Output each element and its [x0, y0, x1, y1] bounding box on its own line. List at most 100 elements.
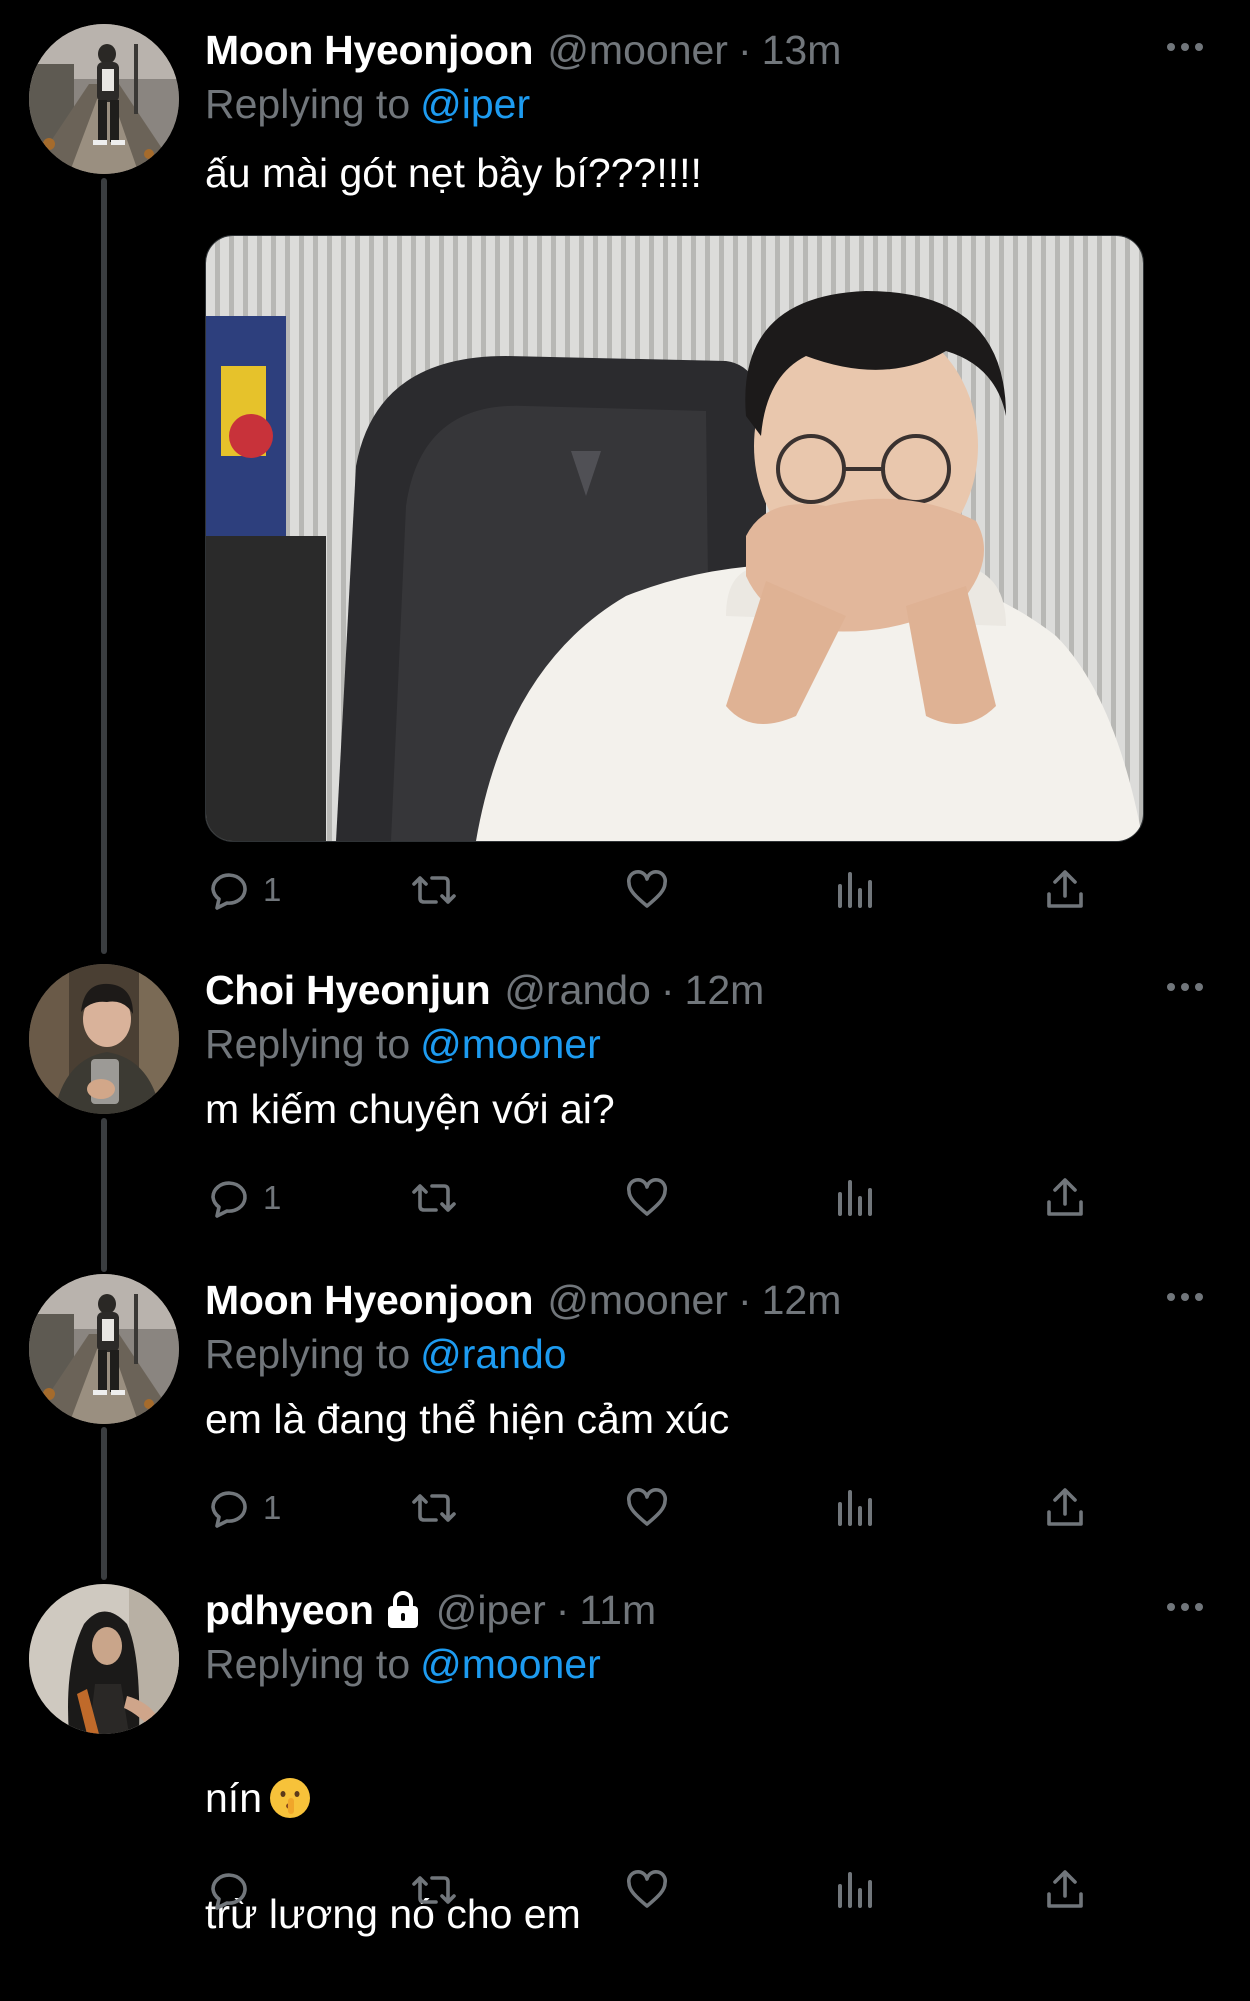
tweet-header: pdhyeon @iper · 11m: [205, 1582, 656, 1638]
tweet-actions: 1: [205, 1168, 1105, 1228]
views-button[interactable]: [832, 1860, 880, 1920]
reply-button[interactable]: 1: [205, 1168, 281, 1228]
reply-count: 1: [263, 1179, 282, 1216]
tweet-header: Moon Hyeonjoon @mooner · 12m: [205, 1272, 841, 1328]
like-icon: [626, 1487, 668, 1526]
tweet-media-image[interactable]: [205, 235, 1144, 842]
tweet-header: Moon Hyeonjoon @mooner · 13m: [205, 22, 841, 78]
replying-label: Replying to: [205, 81, 411, 127]
tweet-text: nín trừ lương nó cho em: [205, 1711, 581, 2001]
replying-label: Replying to: [205, 1331, 411, 1377]
shushing-face-emoji: [270, 1778, 310, 1818]
tweet-actions: [205, 1860, 1105, 1920]
share-button[interactable]: [1041, 1860, 1089, 1920]
separator-dot: ·: [555, 1587, 570, 1633]
username[interactable]: @rando: [504, 962, 650, 1018]
share-icon: [1047, 870, 1083, 908]
tweet[interactable]: Moon Hyeonjoon @mooner · 12m Replying to…: [0, 1250, 1250, 1550]
tweet[interactable]: pdhyeon @iper · 11m Replying to @mooner n…: [0, 1560, 1250, 1937]
tweet[interactable]: Moon Hyeonjoon @mooner · 13m Replying to…: [0, 0, 1250, 930]
timestamp[interactable]: 12m: [685, 962, 765, 1018]
mention-link[interactable]: @mooner: [420, 1021, 601, 1067]
mention-link[interactable]: @iper: [420, 81, 530, 127]
timestamp[interactable]: 11m: [579, 1582, 656, 1638]
tweet-text-line: nín: [205, 1769, 581, 1827]
views-icon: [838, 1490, 872, 1526]
display-name[interactable]: pdhyeon: [205, 1582, 374, 1638]
timestamp[interactable]: 12m: [762, 1272, 842, 1328]
retweet-icon: [412, 1184, 456, 1212]
like-button[interactable]: [623, 1478, 671, 1538]
reply-icon: [211, 1491, 247, 1528]
like-icon: [626, 1869, 668, 1908]
reply-count: 1: [263, 1489, 282, 1526]
like-button[interactable]: [623, 1860, 671, 1920]
mention-link[interactable]: @rando: [420, 1331, 566, 1377]
replying-label: Replying to: [205, 1641, 411, 1687]
views-button[interactable]: [832, 1478, 880, 1538]
display-name[interactable]: Moon Hyeonjoon: [205, 22, 534, 78]
avatar[interactable]: [29, 24, 179, 174]
replying-to: Replying to @iper: [205, 78, 530, 130]
reply-button[interactable]: 1: [205, 860, 281, 920]
replying-label: Replying to: [205, 1021, 411, 1067]
username[interactable]: @mooner: [547, 22, 728, 78]
retweet-button[interactable]: [410, 1168, 458, 1228]
username[interactable]: @iper: [436, 1582, 546, 1638]
separator-dot: ·: [737, 27, 752, 73]
replying-to: Replying to @mooner: [205, 1638, 601, 1690]
reply-thread: Moon Hyeonjoon @mooner · 13m Replying to…: [0, 0, 1250, 1937]
avatar[interactable]: [29, 964, 179, 1114]
like-button[interactable]: [623, 860, 671, 920]
views-icon: [838, 872, 872, 908]
tweet-actions: 1: [205, 860, 1105, 920]
share-button[interactable]: [1041, 1168, 1089, 1228]
reply-count: 1: [263, 871, 282, 908]
more-icon[interactable]: [1165, 1290, 1205, 1304]
replying-to: Replying to @rando: [205, 1328, 567, 1380]
views-button[interactable]: [832, 860, 880, 920]
username[interactable]: @mooner: [547, 1272, 728, 1328]
retweet-icon: [412, 1876, 456, 1904]
views-icon: [838, 1872, 872, 1908]
avatar[interactable]: [29, 1584, 179, 1734]
avatar[interactable]: [29, 1274, 179, 1424]
retweet-button[interactable]: [410, 1478, 458, 1538]
retweet-button[interactable]: [410, 860, 458, 920]
more-icon[interactable]: [1165, 980, 1205, 994]
reply-button[interactable]: 1: [205, 1478, 281, 1538]
reply-icon: [211, 1181, 247, 1218]
display-name[interactable]: Moon Hyeonjoon: [205, 1272, 534, 1328]
replying-to: Replying to @mooner: [205, 1018, 601, 1070]
share-icon: [1047, 1870, 1083, 1908]
tweet-header: Choi Hyeonjun @rando · 12m: [205, 962, 764, 1018]
separator-dot: ·: [737, 1277, 752, 1323]
tweet-text: em là đang thể hiện cảm xúc: [205, 1396, 730, 1442]
retweet-icon: [412, 1494, 456, 1522]
timestamp[interactable]: 13m: [762, 22, 842, 78]
reply-button[interactable]: [205, 1860, 263, 1920]
lock-icon: [387, 1591, 418, 1628]
share-button[interactable]: [1041, 860, 1089, 920]
views-icon: [838, 1180, 872, 1216]
separator-dot: ·: [660, 967, 675, 1013]
views-button[interactable]: [832, 1168, 880, 1228]
reply-icon: [211, 873, 247, 910]
tweet-actions: 1: [205, 1478, 1105, 1538]
reply-icon: [211, 1873, 247, 1910]
display-name[interactable]: Choi Hyeonjun: [205, 962, 491, 1018]
more-icon[interactable]: [1165, 1600, 1205, 1614]
retweet-icon: [412, 876, 456, 904]
like-button[interactable]: [623, 1168, 671, 1228]
mention-link[interactable]: @mooner: [420, 1641, 601, 1687]
share-button[interactable]: [1041, 1478, 1089, 1538]
share-icon: [1047, 1488, 1083, 1526]
like-icon: [626, 1177, 668, 1216]
tweet-text: m kiếm chuyện với ai?: [205, 1086, 615, 1132]
like-icon: [626, 869, 668, 908]
tweet-text: ấu mài gót nẹt bầy bí???!!!!: [205, 150, 702, 196]
retweet-button[interactable]: [410, 1860, 458, 1920]
more-icon[interactable]: [1165, 40, 1205, 54]
share-icon: [1047, 1178, 1083, 1216]
tweet[interactable]: Choi Hyeonjun @rando · 12m Replying to @m…: [0, 940, 1250, 1240]
